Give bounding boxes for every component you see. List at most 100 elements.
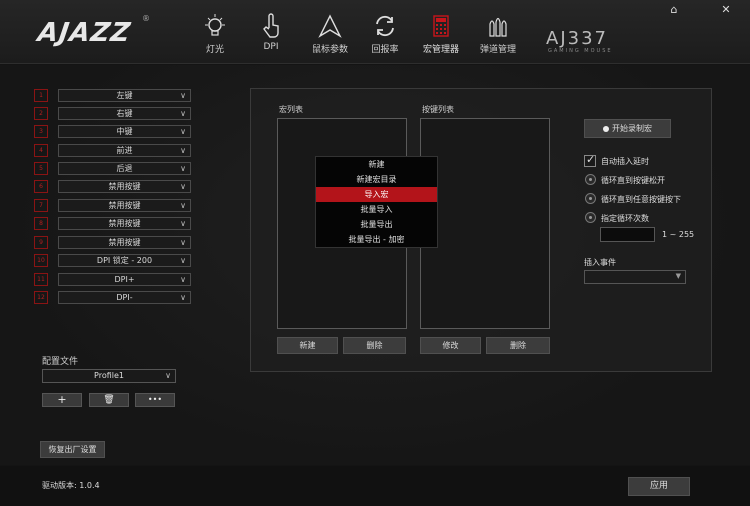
- nav-polling-rate[interactable]: 回报率: [357, 12, 413, 55]
- loop-until-release-label: 循环直到按键松开: [601, 176, 665, 185]
- key-function-select[interactable]: 禁用按键 ∨: [58, 199, 191, 212]
- key-function-select[interactable]: 右键 ∨: [58, 107, 191, 120]
- key-function-select[interactable]: 前进 ∨: [58, 144, 191, 157]
- chevron-down-icon: ▼: [675, 272, 681, 280]
- loop-until-press-label: 循环直到任意按键按下: [601, 195, 681, 204]
- chevron-down-icon: ∨: [180, 91, 186, 100]
- key-number: 7: [34, 199, 48, 212]
- chevron-down-icon: ∨: [180, 164, 186, 173]
- loop-count-radio[interactable]: [585, 212, 596, 223]
- modify-key-button[interactable]: 修改: [420, 337, 481, 354]
- menu-item-batch-import[interactable]: 批量导入: [316, 202, 437, 217]
- nav-mouse-params[interactable]: 鼠标参数: [302, 12, 358, 55]
- nav-ballistics[interactable]: 弹道管理: [470, 12, 526, 55]
- start-record-label: 开始录制宏: [612, 124, 652, 133]
- key-number: 1: [34, 89, 48, 102]
- key-function-select[interactable]: DPI- ∨: [58, 291, 191, 304]
- ajazz-logo: AJAZZ: [35, 18, 133, 48]
- key-function-select[interactable]: 禁用按键 ∨: [58, 180, 191, 193]
- delete-macro-button[interactable]: 删除: [343, 337, 406, 354]
- apply-button[interactable]: 应用: [628, 477, 690, 496]
- key-function-select[interactable]: 禁用按键 ∨: [58, 217, 191, 230]
- chevron-down-icon: ∨: [180, 256, 186, 265]
- nav-label: DPI: [263, 42, 279, 52]
- chevron-down-icon: ∨: [180, 127, 186, 136]
- checkmark-icon: ✓: [586, 153, 596, 166]
- record-dot-icon: [603, 125, 609, 132]
- macro-list-label: 宏列表: [279, 105, 303, 114]
- delete-key-button[interactable]: 删除: [486, 337, 550, 354]
- nav-dpi[interactable]: DPI: [243, 12, 299, 52]
- key-function-label: DPI+: [114, 275, 135, 284]
- nav-macro-manager[interactable]: 宏管理器: [413, 12, 469, 55]
- loop-count-input[interactable]: [600, 227, 655, 242]
- key-list-label: 按键列表: [422, 105, 454, 114]
- key-list[interactable]: [420, 118, 550, 329]
- home-icon[interactable]: ⌂: [660, 0, 688, 20]
- trash-icon: 🗑: [103, 395, 115, 405]
- key-function-label: 右键: [116, 109, 133, 118]
- more-options-button[interactable]: •••: [135, 393, 175, 407]
- hand-pointer-icon: [263, 13, 279, 38]
- key-number: 8: [34, 217, 48, 230]
- menu-item-new-folder[interactable]: 新建宏目录: [316, 172, 437, 187]
- key-function-select[interactable]: 中键 ∨: [58, 125, 191, 138]
- chevron-down-icon: ∨: [180, 275, 186, 284]
- key-number: 9: [34, 236, 48, 249]
- loop-range-label: 1 ~ 255: [662, 230, 695, 239]
- add-profile-button[interactable]: +: [42, 393, 82, 407]
- key-number: 11: [34, 273, 48, 286]
- key-number: 10: [34, 254, 48, 267]
- key-function-label: 中键: [116, 127, 133, 136]
- key-function-label: 禁用按键: [108, 219, 141, 228]
- chevron-down-icon: ∨: [180, 109, 186, 118]
- key-number: 2: [34, 107, 48, 120]
- model-name: AJ337: [546, 28, 608, 49]
- profile-select[interactable]: Profile1 ∨: [42, 369, 176, 383]
- key-function-label: 禁用按键: [108, 201, 141, 210]
- menu-item-batch-export-encrypted[interactable]: 批量导出 - 加密: [316, 232, 437, 247]
- context-menu: 新建 新建宏目录 导入宏 批量导入 批量导出 批量导出 - 加密: [315, 156, 438, 248]
- new-macro-button[interactable]: 新建: [277, 337, 338, 354]
- insert-event-select[interactable]: ▼: [584, 270, 686, 284]
- insert-event-label: 插入事件: [584, 258, 616, 267]
- menu-item-import[interactable]: 导入宏: [316, 187, 437, 202]
- key-function-label: 禁用按键: [108, 182, 141, 191]
- loop-until-press-radio[interactable]: [585, 193, 596, 204]
- bullets-icon: [489, 17, 507, 37]
- loop-until-release-radio[interactable]: [585, 174, 596, 185]
- key-function-select[interactable]: 禁用按键 ∨: [58, 236, 191, 249]
- restore-factory-button[interactable]: 恢复出厂设置: [40, 441, 105, 458]
- key-number: 3: [34, 125, 48, 138]
- key-function-select[interactable]: 左键 ∨: [58, 89, 191, 102]
- nav-label: 灯光: [205, 45, 224, 55]
- key-number: 5: [34, 162, 48, 175]
- registered-mark: ®: [142, 14, 150, 23]
- profile-selected-value: Profile1: [94, 371, 124, 380]
- key-number: 6: [34, 180, 48, 193]
- model-subtitle: GAMING MOUSE: [548, 48, 613, 54]
- key-function-label: 后退: [116, 164, 133, 173]
- menu-item-new[interactable]: 新建: [316, 157, 437, 172]
- menu-item-batch-export[interactable]: 批量导出: [316, 217, 437, 232]
- start-record-button[interactable]: 开始录制宏: [584, 119, 671, 138]
- nav-label: 宏管理器: [422, 45, 459, 55]
- chevron-down-icon: ∨: [180, 201, 186, 210]
- key-function-select[interactable]: DPI 锁定 - 200 ∨: [58, 254, 191, 267]
- key-function-select[interactable]: 后退 ∨: [58, 162, 191, 175]
- key-function-label: 前进: [116, 146, 133, 155]
- key-function-label: DPI-: [116, 293, 133, 302]
- chevron-down-icon: ∨: [180, 182, 186, 191]
- nav-label: 鼠标参数: [311, 45, 348, 55]
- close-icon[interactable]: ✕: [712, 0, 740, 20]
- calculator-icon: [433, 15, 449, 37]
- nav-lighting[interactable]: 灯光: [187, 12, 243, 55]
- key-function-label: 禁用按键: [108, 238, 141, 247]
- chevron-down-icon: ∨: [180, 293, 186, 302]
- loop-count-label: 指定循环次数: [601, 214, 649, 223]
- key-function-select[interactable]: DPI+ ∨: [58, 273, 191, 286]
- delete-profile-button[interactable]: 🗑: [89, 393, 129, 407]
- nav-label: 回报率: [371, 45, 399, 55]
- chevron-down-icon: ∨: [165, 371, 171, 380]
- auto-delay-checkbox[interactable]: ✓: [584, 153, 596, 167]
